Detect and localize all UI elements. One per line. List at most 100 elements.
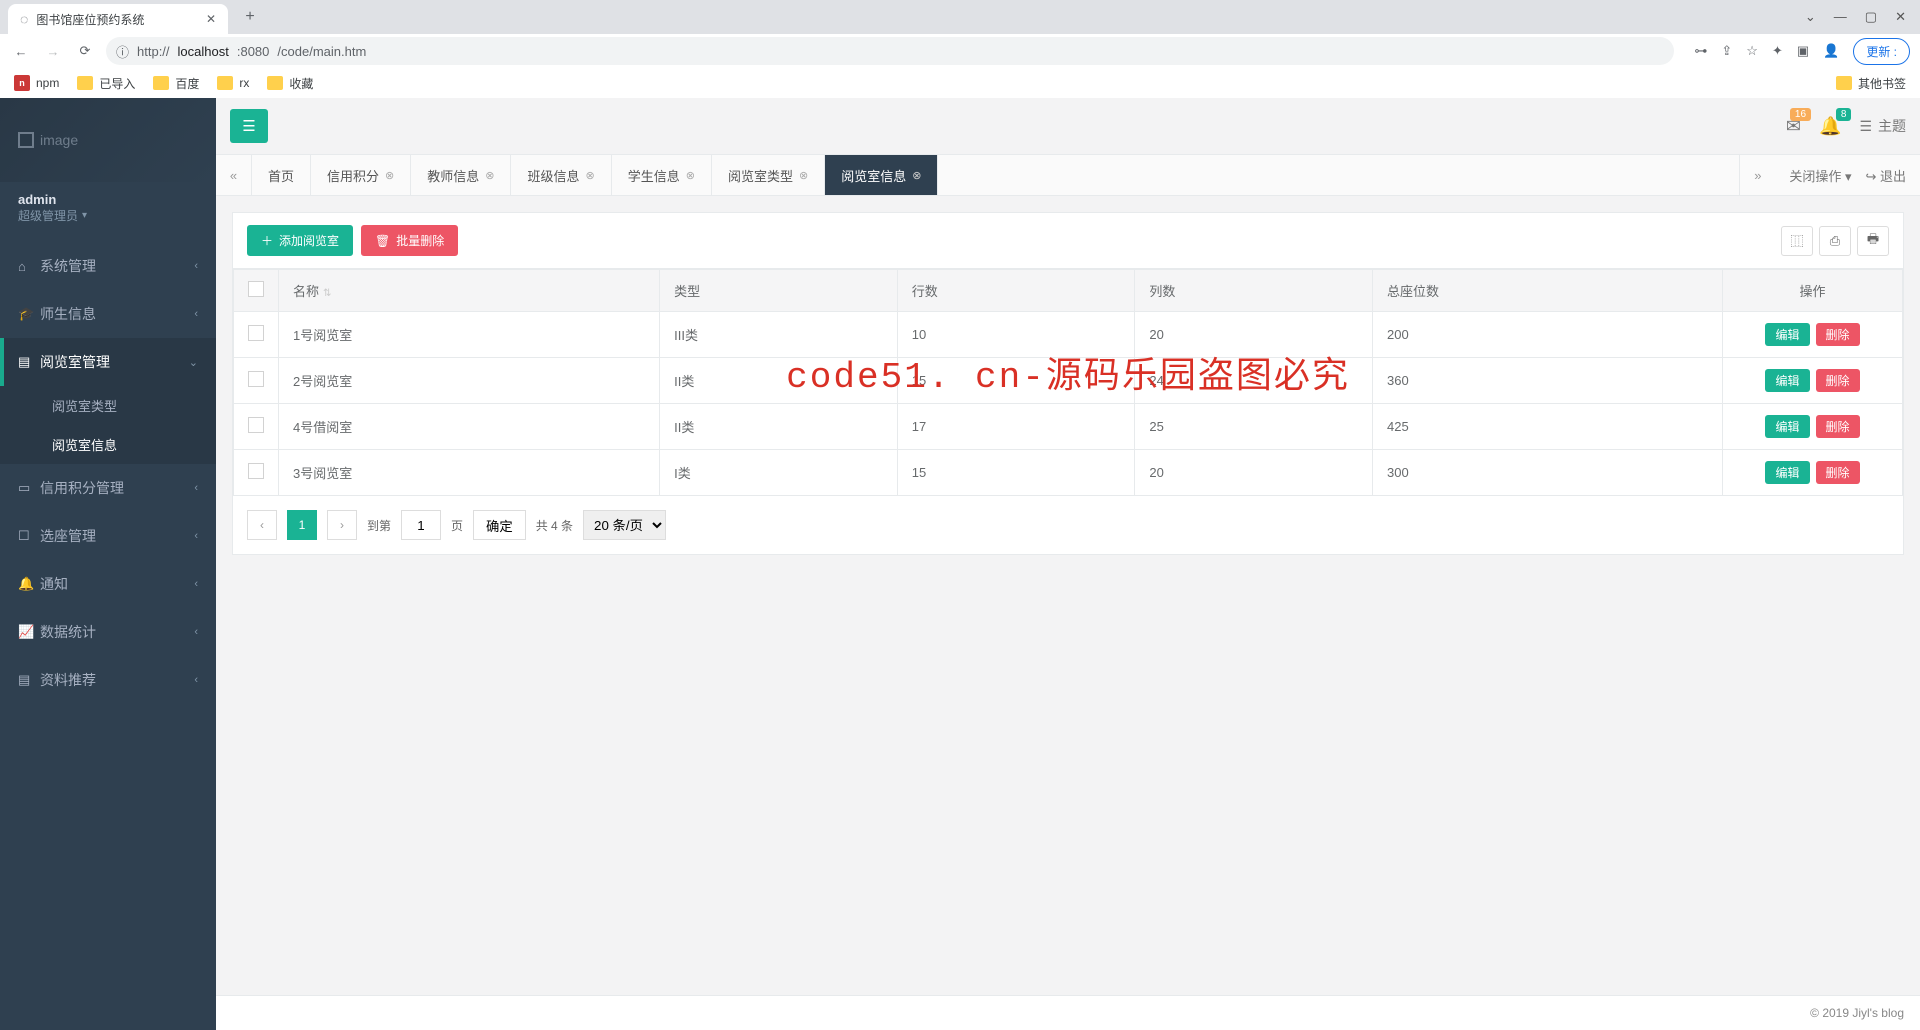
row-checkbox[interactable] — [248, 325, 264, 341]
pagesize-select[interactable]: 20 条/页 — [583, 510, 666, 540]
bell-button[interactable]: 🔔8 — [1819, 116, 1841, 137]
th-cols[interactable]: 列数 — [1135, 270, 1373, 312]
sidebar-subitem-roomtype[interactable]: 阅览室类型 — [0, 386, 216, 425]
sidebar-item-notify[interactable]: 🔔通知‹ — [0, 560, 216, 608]
close-icon[interactable]: ⊗ — [686, 169, 695, 182]
page-next-button[interactable]: › — [327, 510, 357, 540]
bookmark-other[interactable]: 其他书签 — [1836, 75, 1906, 92]
close-icon[interactable]: ⊗ — [912, 169, 921, 182]
cell-cols: 24 — [1135, 358, 1373, 404]
sidebar-toggle-button[interactable]: ☰ — [230, 109, 268, 143]
sidebar-item-teacher[interactable]: 🎓师生信息‹ — [0, 290, 216, 338]
brand: image — [0, 98, 216, 182]
sort-icon: ⇅ — [323, 288, 331, 299]
toolbar-icons: ⊶ ⇪ ☆ ✦ ▣ 👤 更新 : — [1684, 38, 1910, 65]
row-checkbox[interactable] — [248, 463, 264, 479]
user-area[interactable]: admin 超级管理员▾ — [0, 182, 216, 242]
bookmark-imported[interactable]: 已导入 — [77, 75, 135, 92]
edit-button[interactable]: 编辑 — [1765, 323, 1809, 346]
profile-icon[interactable]: 👤 — [1823, 43, 1839, 59]
th-rows[interactable]: 行数 — [897, 270, 1135, 312]
bookmark-npm[interactable]: nnpm — [14, 75, 59, 91]
row-checkbox[interactable] — [248, 417, 264, 433]
tab-credit[interactable]: 信用积分⊗ — [311, 155, 411, 195]
th-name[interactable]: 名称 ⇅ — [279, 270, 660, 312]
close-icon[interactable]: ⊗ — [586, 169, 595, 182]
bookmark-baidu[interactable]: 百度 — [153, 75, 199, 92]
user-role: 超级管理员▾ — [18, 207, 198, 224]
close-window-icon[interactable]: ✕ — [1895, 9, 1906, 25]
tab-home[interactable]: 首页 — [252, 155, 311, 195]
url-input[interactable]: ⓘ http://localhost:8080/code/main.htm — [106, 37, 1674, 65]
sidebar-item-seat[interactable]: ☐选座管理‹ — [0, 512, 216, 560]
tab-class[interactable]: 班级信息⊗ — [511, 155, 611, 195]
page-prev-button[interactable]: ‹ — [247, 510, 277, 540]
row-checkbox[interactable] — [248, 371, 264, 387]
tab-roomtype[interactable]: 阅览室类型⊗ — [712, 155, 825, 195]
tabs-scroll-left[interactable]: « — [216, 155, 252, 195]
tab-roominfo[interactable]: 阅览室信息⊗ — [825, 155, 938, 195]
logout-button[interactable]: ↪ 退出 — [1865, 166, 1906, 185]
edit-button[interactable]: 编辑 — [1765, 461, 1809, 484]
edit-button[interactable]: 编辑 — [1765, 415, 1809, 438]
add-room-button[interactable]: ＋添加阅览室 — [247, 225, 353, 256]
print-button[interactable]: 🖶 — [1857, 226, 1889, 256]
edit-button[interactable]: 编辑 — [1765, 369, 1809, 392]
sidebar-item-stats[interactable]: 📈数据统计‹ — [0, 608, 216, 656]
new-tab-button[interactable]: + — [236, 3, 264, 31]
book-icon: ▤ — [18, 354, 40, 370]
sidebar-item-room[interactable]: ▤阅览室管理⌄ — [0, 338, 216, 386]
star-icon[interactable]: ☆ — [1746, 43, 1758, 59]
back-icon[interactable]: ← — [10, 44, 32, 59]
close-icon[interactable]: ⊗ — [385, 169, 394, 182]
page-number-button[interactable]: 1 — [287, 510, 317, 540]
theme-button[interactable]: ☰主题 — [1859, 116, 1906, 136]
key-icon[interactable]: ⊶ — [1694, 43, 1707, 59]
page-input[interactable] — [401, 510, 441, 540]
page-confirm-button[interactable]: 确定 — [473, 510, 526, 540]
doc-icon: ▤ — [18, 672, 40, 688]
maximize-icon[interactable]: ▢ — [1865, 9, 1877, 25]
forward-icon[interactable]: → — [42, 44, 64, 59]
close-icon[interactable]: ⊗ — [799, 169, 808, 182]
sidebar-subitem-roominfo[interactable]: 阅览室信息 — [0, 425, 216, 464]
mail-button[interactable]: ✉16 — [1786, 116, 1801, 137]
browser-tab[interactable]: ◌ 图书馆座位预约系统 ✕ — [8, 4, 228, 34]
chevron-left-icon: ‹ — [194, 674, 198, 686]
panel-toolbar: ＋添加阅览室 🗑批量删除 ⿲ ⎙ 🖶 — [233, 213, 1903, 269]
update-button[interactable]: 更新 : — [1853, 38, 1910, 65]
chevron-down-icon[interactable]: ⌄ — [1805, 9, 1816, 25]
panel-icon[interactable]: ▣ — [1797, 43, 1809, 59]
th-label: 名称 — [293, 284, 319, 299]
sidebar-item-recommend[interactable]: ▤资料推荐‹ — [0, 656, 216, 704]
close-icon[interactable]: ✕ — [206, 12, 216, 26]
delete-button[interactable]: 删除 — [1816, 461, 1860, 484]
tab-teacher[interactable]: 教师信息⊗ — [411, 155, 511, 195]
export-button[interactable]: ⎙ — [1819, 226, 1851, 256]
sidebar-item-label: 信用积分管理 — [40, 478, 194, 498]
checkbox-all[interactable] — [248, 281, 264, 297]
chevron-left-icon: ‹ — [194, 260, 198, 272]
delete-button[interactable]: 删除 — [1816, 369, 1860, 392]
minimize-icon[interactable]: — — [1834, 9, 1847, 25]
batch-delete-button[interactable]: 🗑批量删除 — [361, 225, 458, 256]
bookmark-fav[interactable]: 收藏 — [267, 75, 313, 92]
cell-name: 3号阅览室 — [279, 450, 660, 496]
close-icon[interactable]: ⊗ — [485, 169, 494, 182]
th-type[interactable]: 类型 — [660, 270, 898, 312]
delete-button[interactable]: 删除 — [1816, 415, 1860, 438]
extension-icon[interactable]: ✦ — [1772, 43, 1783, 59]
columns-button[interactable]: ⿲ — [1781, 226, 1813, 256]
th-total[interactable]: 总座位数 — [1373, 270, 1723, 312]
topbar-right: ✉16 🔔8 ☰主题 — [1786, 116, 1906, 137]
sidebar-item-system[interactable]: ⌂系统管理‹ — [0, 242, 216, 290]
bookmark-rx[interactable]: rx — [217, 76, 249, 90]
share-icon[interactable]: ⇪ — [1721, 43, 1732, 59]
tab-student[interactable]: 学生信息⊗ — [612, 155, 712, 195]
tabs-scroll-right[interactable]: » — [1739, 155, 1775, 195]
delete-button[interactable]: 删除 — [1816, 323, 1860, 346]
goto-label: 到第 — [367, 517, 391, 534]
close-ops-button[interactable]: 关闭操作 ▾ — [1789, 166, 1851, 185]
sidebar-item-credit[interactable]: ▭信用积分管理‹ — [0, 464, 216, 512]
reload-icon[interactable]: ⟳ — [74, 43, 96, 59]
